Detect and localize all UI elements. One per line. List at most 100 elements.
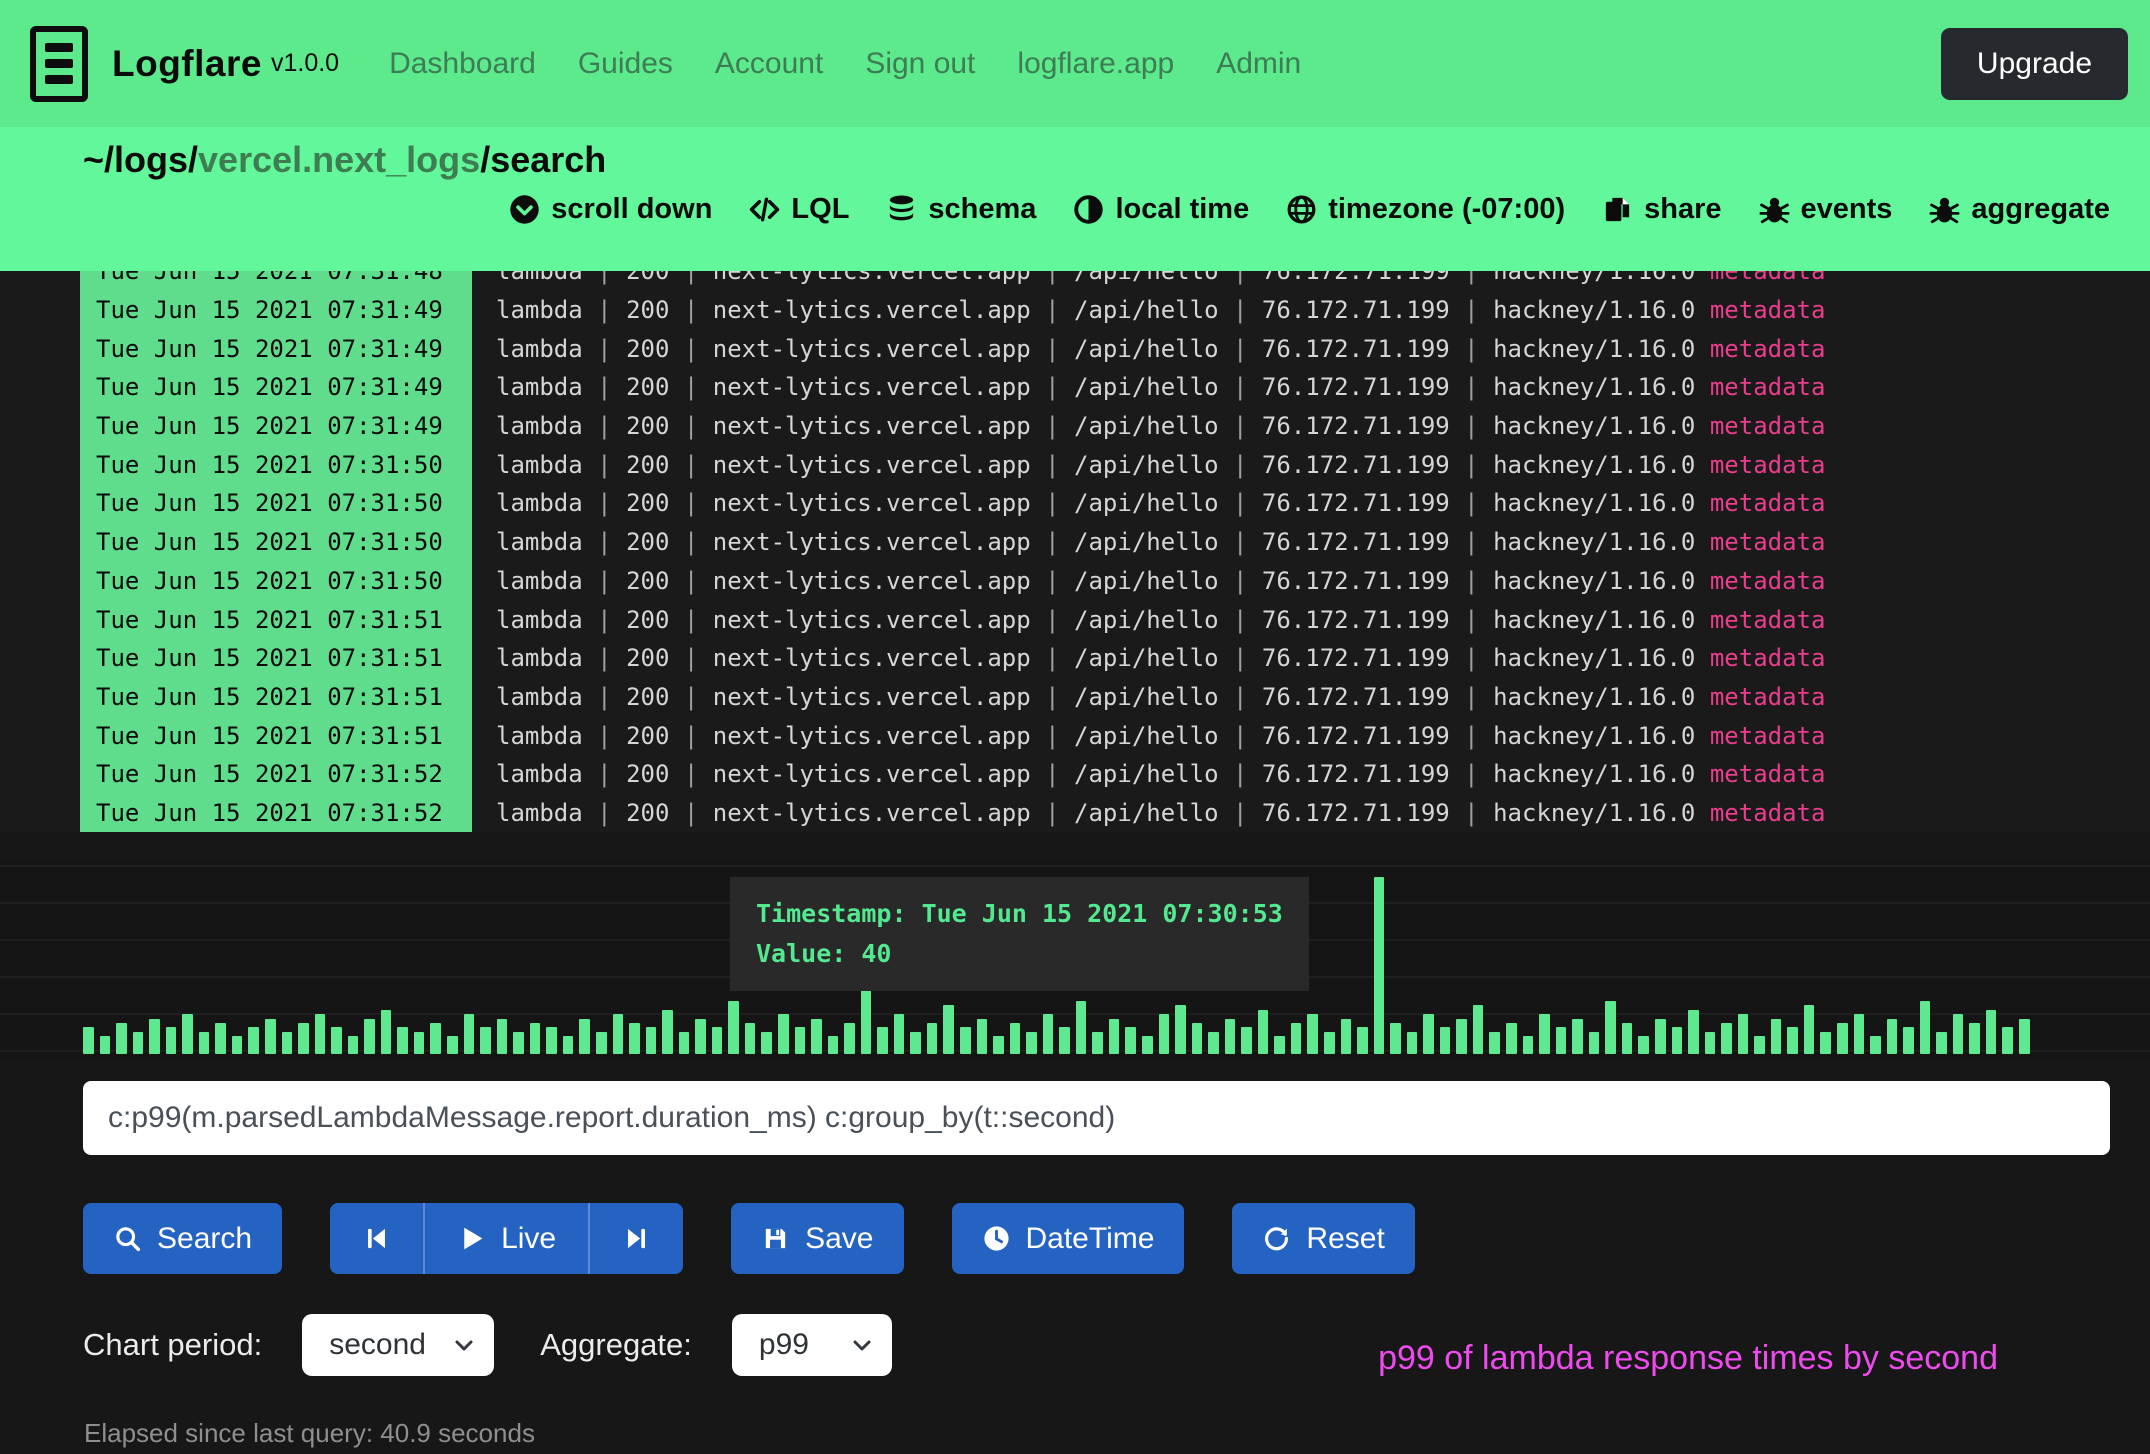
histogram-bar[interactable]: [943, 1005, 954, 1054]
log-row[interactable]: Tue Jun 15 2021 07:31:51lambda | 200 | n…: [0, 716, 2150, 755]
tool-share[interactable]: share: [1602, 193, 1721, 226]
histogram-bar[interactable]: [1043, 1014, 1054, 1054]
log-row[interactable]: Tue Jun 15 2021 07:31:50lambda | 200 | n…: [0, 523, 2150, 562]
skip-forward-button[interactable]: [588, 1203, 683, 1274]
histogram-bar[interactable]: [1953, 1014, 1964, 1054]
tool-local-time[interactable]: local time: [1073, 193, 1249, 226]
histogram-bar[interactable]: [1076, 1001, 1087, 1054]
tool-timezone-07-00-[interactable]: timezone (-07:00): [1286, 193, 1565, 226]
histogram-bar[interactable]: [497, 1019, 508, 1054]
logflare-logo-icon[interactable]: [30, 26, 88, 102]
histogram-bar[interactable]: [1374, 877, 1385, 1054]
aggregate-select[interactable]: p99: [732, 1314, 892, 1376]
histogram-bar[interactable]: [1903, 1027, 1914, 1054]
log-row[interactable]: Tue Jun 15 2021 07:31:50lambda | 200 | n…: [0, 562, 2150, 601]
metadata-link[interactable]: metadata: [1710, 528, 1826, 556]
histogram-bar[interactable]: [1208, 1032, 1219, 1054]
histogram-bar[interactable]: [248, 1027, 259, 1054]
histogram-bar[interactable]: [1341, 1019, 1352, 1054]
histogram-bar[interactable]: [646, 1027, 657, 1054]
histogram-bar[interactable]: [546, 1027, 557, 1054]
histogram-bar[interactable]: [1622, 1023, 1633, 1054]
histogram-bar[interactable]: [182, 1014, 193, 1054]
log-row[interactable]: Tue Jun 15 2021 07:31:49lambda | 200 | n…: [0, 407, 2150, 446]
histogram-bar[interactable]: [414, 1032, 425, 1054]
histogram-bar[interactable]: [1754, 1036, 1765, 1054]
datetime-button[interactable]: DateTime: [952, 1203, 1185, 1274]
histogram-bar[interactable]: [1605, 1001, 1616, 1054]
histogram-bar[interactable]: [1572, 1019, 1583, 1054]
histogram-bar[interactable]: [298, 1023, 309, 1054]
histogram-bar[interactable]: [215, 1023, 226, 1054]
histogram-bar[interactable]: [1986, 1010, 1997, 1054]
histogram-bar[interactable]: [1125, 1027, 1136, 1054]
histogram-bar[interactable]: [1026, 1032, 1037, 1054]
histogram-bar[interactable]: [1870, 1036, 1881, 1054]
histogram-bar[interactable]: [1523, 1036, 1534, 1054]
nav-link-logflare-app[interactable]: logflare.app: [1017, 47, 1174, 81]
log-row[interactable]: Tue Jun 15 2021 07:31:49lambda | 200 | n…: [0, 291, 2150, 330]
histogram-bar[interactable]: [1705, 1032, 1716, 1054]
histogram-bar[interactable]: [1423, 1014, 1434, 1054]
histogram-bar[interactable]: [1109, 1019, 1120, 1054]
histogram-bar[interactable]: [1820, 1032, 1831, 1054]
log-row[interactable]: Tue Jun 15 2021 07:31:48lambda | 200 | n…: [0, 271, 2150, 291]
histogram-bar[interactable]: [430, 1023, 441, 1054]
histogram-bar[interactable]: [877, 1027, 888, 1054]
log-row[interactable]: Tue Jun 15 2021 07:31:51lambda | 200 | n…: [0, 678, 2150, 717]
metadata-link[interactable]: metadata: [1710, 567, 1826, 595]
histogram-bar[interactable]: [1506, 1023, 1517, 1054]
metadata-link[interactable]: metadata: [1710, 722, 1826, 750]
tool-schema[interactable]: schema: [886, 193, 1036, 226]
histogram-bar[interactable]: [1192, 1023, 1203, 1054]
histogram-bar[interactable]: [331, 1027, 342, 1054]
histogram-bar[interactable]: [844, 1023, 855, 1054]
histogram-bar[interactable]: [1059, 1027, 1070, 1054]
histogram-bar[interactable]: [745, 1023, 756, 1054]
histogram-bar[interactable]: [1241, 1027, 1252, 1054]
histogram-bar[interactable]: [1721, 1023, 1732, 1054]
histogram-bar[interactable]: [1357, 1027, 1368, 1054]
histogram-bar[interactable]: [1655, 1019, 1666, 1054]
log-row[interactable]: Tue Jun 15 2021 07:31:51lambda | 200 | n…: [0, 600, 2150, 639]
histogram-bar[interactable]: [1936, 1032, 1947, 1054]
histogram-bar[interactable]: [1672, 1027, 1683, 1054]
histogram-bar[interactable]: [116, 1023, 127, 1054]
histogram-bar[interactable]: [1887, 1019, 1898, 1054]
histogram-bar[interactable]: [265, 1019, 276, 1054]
histogram-bar[interactable]: [629, 1023, 640, 1054]
metadata-link[interactable]: metadata: [1710, 451, 1826, 479]
metadata-link[interactable]: metadata: [1710, 412, 1826, 440]
metadata-link[interactable]: metadata: [1710, 296, 1826, 324]
histogram-bar[interactable]: [1688, 1010, 1699, 1054]
breadcrumb-logs-link[interactable]: ~/logs/: [83, 139, 198, 180]
histogram-bar[interactable]: [133, 1032, 144, 1054]
histogram-bar[interactable]: [381, 1010, 392, 1054]
histogram-bar[interactable]: [1589, 1032, 1600, 1054]
histogram-bar[interactable]: [977, 1019, 988, 1054]
histogram-bar[interactable]: [1092, 1032, 1103, 1054]
search-query-input[interactable]: [83, 1081, 2110, 1155]
histogram-bar[interactable]: [828, 1036, 839, 1054]
chart-period-select[interactable]: second: [302, 1314, 494, 1376]
metadata-link[interactable]: metadata: [1710, 760, 1826, 788]
histogram-bar[interactable]: [315, 1014, 326, 1054]
histogram-bar[interactable]: [596, 1032, 607, 1054]
histogram-bar[interactable]: [910, 1032, 921, 1054]
metadata-link[interactable]: metadata: [1710, 644, 1826, 672]
histogram-bar[interactable]: [1787, 1027, 1798, 1054]
histogram-bar[interactable]: [563, 1036, 574, 1054]
upgrade-button[interactable]: Upgrade: [1941, 28, 2128, 100]
histogram-bar[interactable]: [1440, 1027, 1451, 1054]
histogram-bar[interactable]: [480, 1027, 491, 1054]
histogram-bar[interactable]: [464, 1014, 475, 1054]
histogram-bar[interactable]: [1489, 1032, 1500, 1054]
log-row[interactable]: Tue Jun 15 2021 07:31:52lambda | 200 | n…: [0, 794, 2150, 832]
histogram-bar[interactable]: [613, 1014, 624, 1054]
histogram-bar[interactable]: [1456, 1019, 1467, 1054]
log-row[interactable]: Tue Jun 15 2021 07:31:50lambda | 200 | n…: [0, 484, 2150, 523]
histogram-bar[interactable]: [397, 1027, 408, 1054]
histogram-bar[interactable]: [513, 1032, 524, 1054]
histogram-bar[interactable]: [83, 1027, 94, 1054]
histogram-bar[interactable]: [1738, 1014, 1749, 1054]
